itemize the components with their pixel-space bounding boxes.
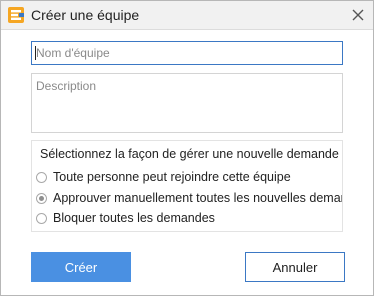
radio-button-selected[interactable] (36, 192, 47, 204)
team-name-input[interactable] (31, 41, 343, 65)
description-textarea[interactable] (31, 73, 343, 133)
radio-label: Toute personne peut rejoindre cette équi… (53, 170, 291, 184)
create-team-dialog: Créer une équipe Sélectionnez la façon d… (0, 0, 374, 296)
radio-label: Approuver manuellement toutes les nouvel… (53, 191, 343, 205)
close-button[interactable] (347, 4, 369, 26)
radio-button[interactable] (36, 212, 47, 224)
join-policy-title: Sélectionnez la façon de gérer une nouve… (40, 147, 339, 161)
join-policy-group: Sélectionnez la façon de gérer une nouve… (31, 140, 343, 232)
radio-option-anyone[interactable]: Toute personne peut rejoindre cette équi… (36, 169, 291, 185)
dialog-title: Créer une équipe (31, 7, 140, 23)
radio-option-block-all[interactable]: Bloquer toutes les demandes (36, 210, 215, 226)
close-icon (352, 9, 364, 21)
radio-button[interactable] (36, 171, 47, 183)
title-bar: Créer une équipe (1, 1, 373, 30)
text-cursor (35, 46, 36, 60)
edraw-app-icon (7, 6, 25, 24)
create-button[interactable]: Créer (31, 252, 131, 282)
cancel-button[interactable]: Annuler (245, 252, 345, 282)
radio-option-manual-approval[interactable]: Approuver manuellement toutes les nouvel… (36, 190, 343, 206)
radio-label: Bloquer toutes les demandes (53, 211, 215, 225)
